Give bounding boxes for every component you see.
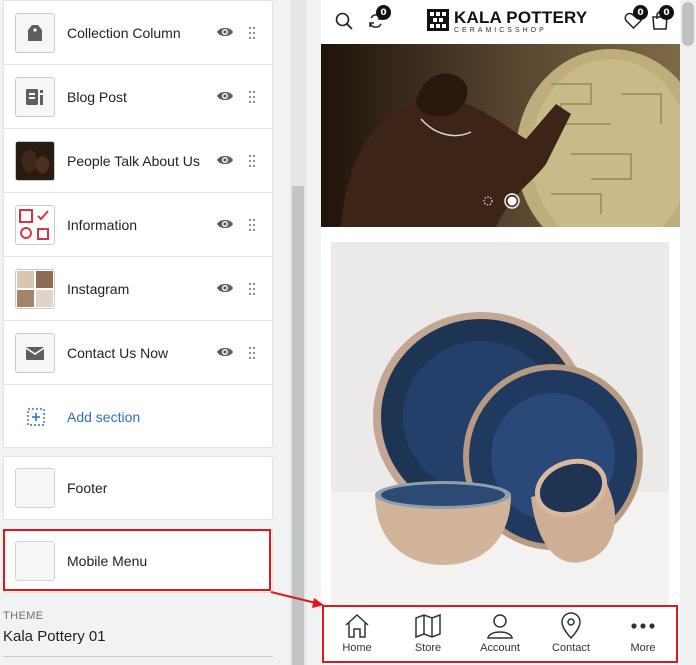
- bottom-nav-highlight: [322, 605, 678, 663]
- wishlist-count-badge: 0: [633, 5, 648, 20]
- annotation-arrow: [270, 591, 324, 608]
- preview-scrollbar-thumb[interactable]: [682, 2, 694, 46]
- section-row-people-talk[interactable]: People Talk About Us: [4, 129, 272, 193]
- eye-icon[interactable]: [216, 281, 234, 295]
- drag-handle-icon[interactable]: [248, 90, 256, 104]
- section-label: Contact Us Now: [67, 344, 169, 361]
- drag-handle-icon[interactable]: [248, 154, 256, 168]
- section-label: Information: [67, 216, 138, 233]
- eye-icon[interactable]: [216, 25, 234, 39]
- logo-mark-icon: [427, 9, 449, 31]
- store-logo-title[interactable]: KALA POTTERY: [454, 8, 587, 28]
- eye-icon[interactable]: [216, 217, 234, 231]
- theme-caption: THEME: [3, 610, 44, 622]
- section-label: Collection Column: [67, 24, 181, 41]
- hero-image: [321, 44, 680, 227]
- add-section-label: Add section: [67, 409, 141, 425]
- section-row-instagram[interactable]: Instagram: [4, 257, 272, 321]
- compare-count-badge: 0: [376, 5, 391, 20]
- search-icon[interactable]: [335, 12, 353, 30]
- drag-handle-icon[interactable]: [248, 26, 256, 40]
- divider: [3, 656, 273, 657]
- product-image[interactable]: [331, 242, 669, 604]
- eye-icon[interactable]: [216, 89, 234, 103]
- section-row-information[interactable]: Information: [4, 193, 272, 257]
- section-row-contact-us-now[interactable]: Contact Us Now: [4, 321, 272, 385]
- footer-label: Footer: [67, 480, 108, 496]
- add-section-icon: [27, 408, 45, 426]
- store-logo-subtitle: CERAMICSSHOP: [454, 27, 547, 34]
- section-row-collection-column[interactable]: Collection Column: [4, 1, 272, 65]
- storefront-preview: 0 KALA POTTERY CERAMICSSHOP 0 0: [321, 0, 680, 665]
- eye-icon[interactable]: [216, 345, 234, 359]
- mobile-menu-highlight: [3, 529, 271, 591]
- information-thumbnail: [15, 205, 55, 245]
- section-label: Blog Post: [67, 88, 127, 105]
- section-label: People Talk About Us: [67, 152, 200, 169]
- envelope-icon: [15, 333, 55, 373]
- drag-handle-icon[interactable]: [248, 218, 256, 232]
- section-row-footer[interactable]: Footer: [4, 457, 272, 519]
- section-label: Instagram: [67, 280, 130, 297]
- drag-handle-icon[interactable]: [248, 282, 256, 296]
- cart-count-badge: 0: [659, 5, 674, 20]
- preview-scrollbar-track[interactable]: [680, 0, 696, 665]
- footer-card[interactable]: Footer: [3, 456, 273, 520]
- theme-name: Kala Pottery 01: [3, 628, 106, 645]
- blog-post-icon: [15, 77, 55, 117]
- drag-handle-icon[interactable]: [248, 346, 256, 360]
- instagram-thumbnail: [15, 269, 55, 309]
- people-talk-thumbnail: [15, 141, 55, 181]
- tag-icon: [15, 13, 55, 53]
- footer-thumbnail: [15, 468, 55, 508]
- section-row-blog-post[interactable]: Blog Post: [4, 65, 272, 129]
- theme-editor-sidebar: Collection Column Blog Post People Talk …: [0, 0, 290, 665]
- eye-icon[interactable]: [216, 153, 234, 167]
- hero-slideshow[interactable]: [321, 44, 680, 227]
- ceramic-tableware-image: [331, 242, 669, 604]
- slide-dot-2-active: [507, 196, 517, 206]
- add-section-button[interactable]: Add section: [4, 385, 272, 449]
- sections-card: Collection Column Blog Post People Talk …: [3, 0, 273, 448]
- store-header: 0 KALA POTTERY CERAMICSSHOP 0 0: [321, 0, 680, 44]
